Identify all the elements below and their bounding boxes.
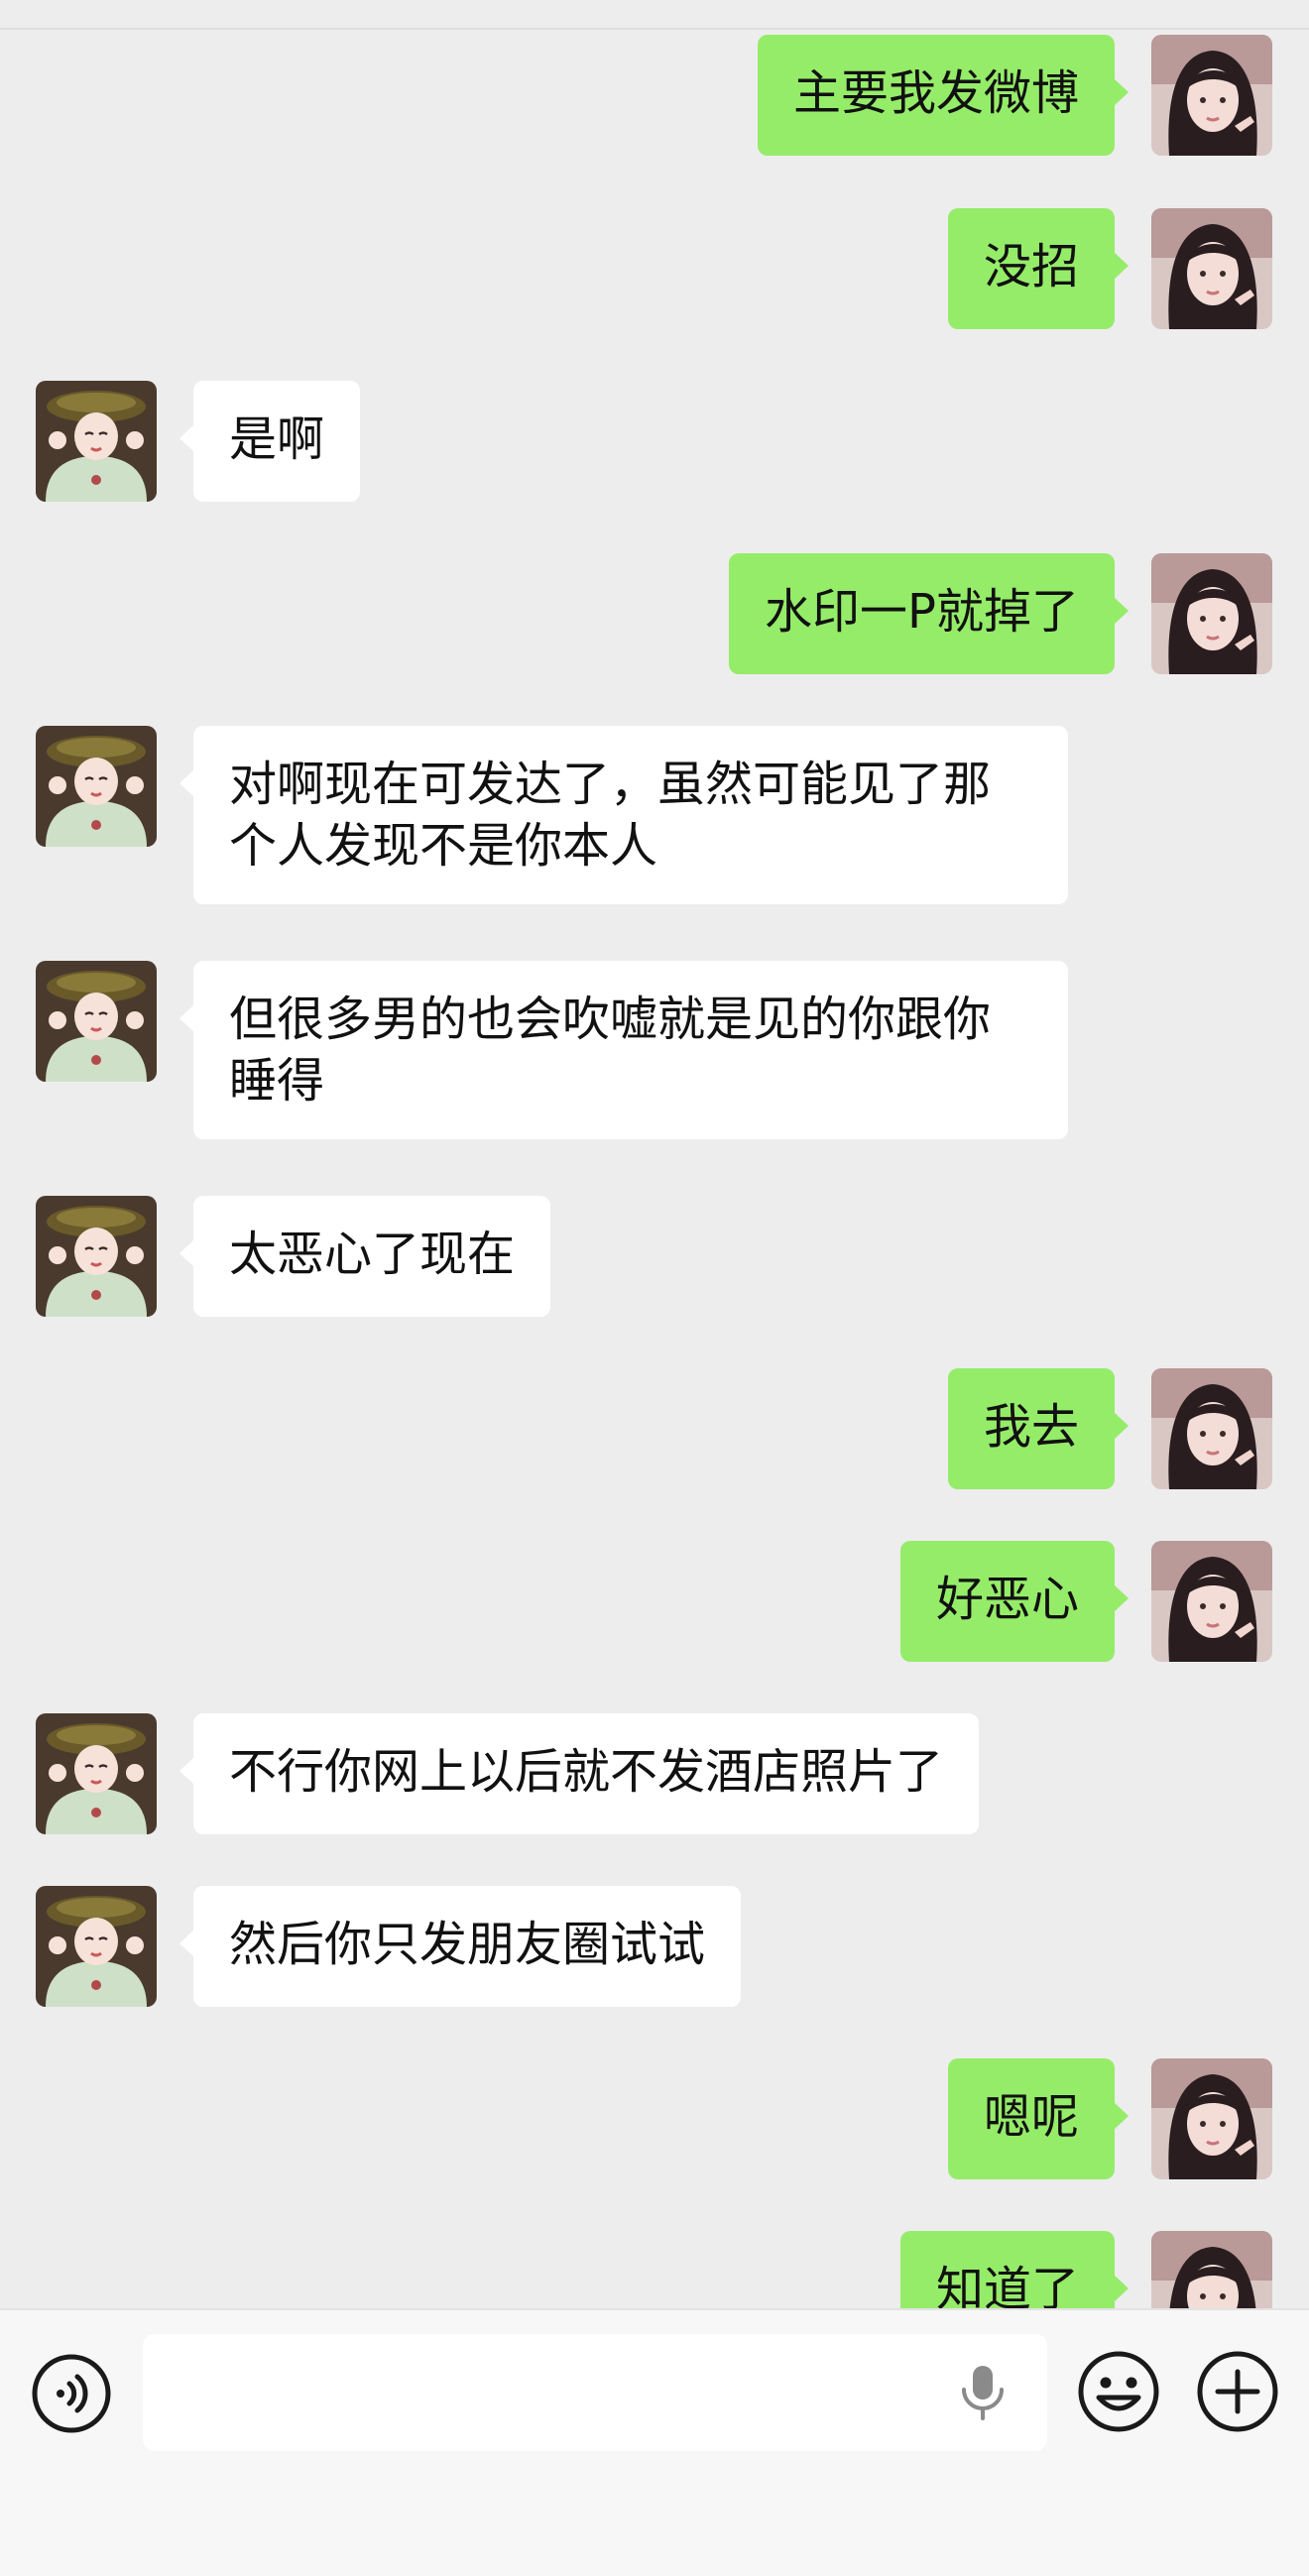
microphone-icon[interactable]	[958, 2364, 1008, 2425]
message-input[interactable]	[143, 2334, 1047, 2451]
message-bubble-received[interactable]: 但很多男的也会吹嘘就是见的你跟你睡得	[179, 961, 1068, 1139]
message-bubble-received[interactable]: 对啊现在可发达了，虽然可能见了那个人发现不是你本人	[179, 726, 1068, 904]
my-avatar[interactable]	[1151, 1368, 1272, 1489]
my-avatar[interactable]	[1151, 1541, 1272, 1662]
message-bubble-sent[interactable]: 主要我发微博	[757, 35, 1130, 156]
contact-avatar[interactable]	[36, 726, 157, 847]
my-avatar[interactable]	[1151, 2058, 1272, 2179]
top-divider	[0, 28, 1309, 30]
message-bubble-sent[interactable]: 知道了	[899, 2231, 1130, 2308]
message-bubble-received[interactable]: 太恶心了现在	[178, 1196, 551, 1317]
my-avatar[interactable]	[1151, 35, 1272, 156]
chat-message-list[interactable]: 主要我发微博 没招 是啊 水印一P就掉了 对啊现在可发达了，虽然可能见了那个人发…	[0, 0, 1309, 2308]
voice-input-icon[interactable]	[30, 2352, 113, 2439]
my-avatar[interactable]	[1151, 2231, 1272, 2308]
message-bubble-sent[interactable]: 嗯呢	[947, 2058, 1130, 2179]
message-bubble-received[interactable]: 不行你网上以后就不发酒店照片了	[178, 1713, 980, 1834]
message-bubble-sent[interactable]: 没招	[947, 208, 1130, 329]
plus-circle-icon[interactable]	[1194, 2348, 1281, 2439]
message-bubble-received[interactable]: 是啊	[178, 381, 361, 502]
message-bubble-sent[interactable]: 水印一P就掉了	[729, 553, 1129, 674]
contact-avatar[interactable]	[36, 1196, 157, 1317]
contact-avatar[interactable]	[36, 1886, 157, 2007]
message-bubble-sent[interactable]: 我去	[947, 1368, 1130, 1489]
my-avatar[interactable]	[1151, 208, 1272, 329]
contact-avatar[interactable]	[36, 1713, 157, 1834]
chat-input-bar	[0, 2308, 1309, 2576]
message-bubble-received[interactable]: 然后你只发朋友圈试试	[178, 1886, 742, 2007]
my-avatar[interactable]	[1151, 553, 1272, 674]
contact-avatar[interactable]	[36, 961, 157, 1082]
contact-avatar[interactable]	[36, 381, 157, 502]
message-bubble-sent[interactable]: 好恶心	[899, 1541, 1130, 1662]
emoji-icon[interactable]	[1075, 2348, 1162, 2439]
